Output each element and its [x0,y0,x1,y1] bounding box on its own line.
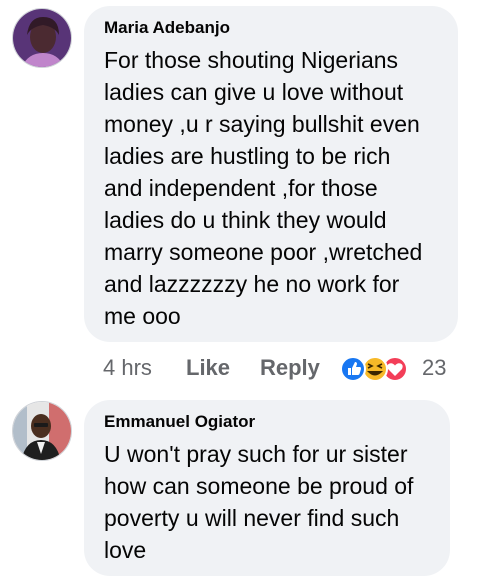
reply-button[interactable]: Reply [260,355,320,381]
comment-bubble: Emmanuel Ogiator U won't pray such for u… [84,400,450,576]
comment-timestamp[interactable]: 4 hrs [103,355,152,381]
comment-actions: 4 hrs Like Reply 23 [0,352,480,386]
avatar[interactable] [12,401,72,461]
like-icon [340,356,366,382]
reaction-count[interactable]: 23 [422,355,446,381]
reactions-summary[interactable] [339,352,411,386]
comment-author[interactable]: Maria Adebanjo [104,18,438,38]
comment-author[interactable]: Emmanuel Ogiator [104,412,430,432]
avatar[interactable] [12,8,72,68]
comment-text: For those shouting Nigerians ladies can … [104,47,423,329]
haha-icon [362,356,388,382]
like-button[interactable]: Like [186,355,230,381]
comment-bubble: Maria Adebanjo For those shouting Nigeri… [84,6,458,342]
comment-text: U won't pray such for ur sister how can … [104,441,414,563]
